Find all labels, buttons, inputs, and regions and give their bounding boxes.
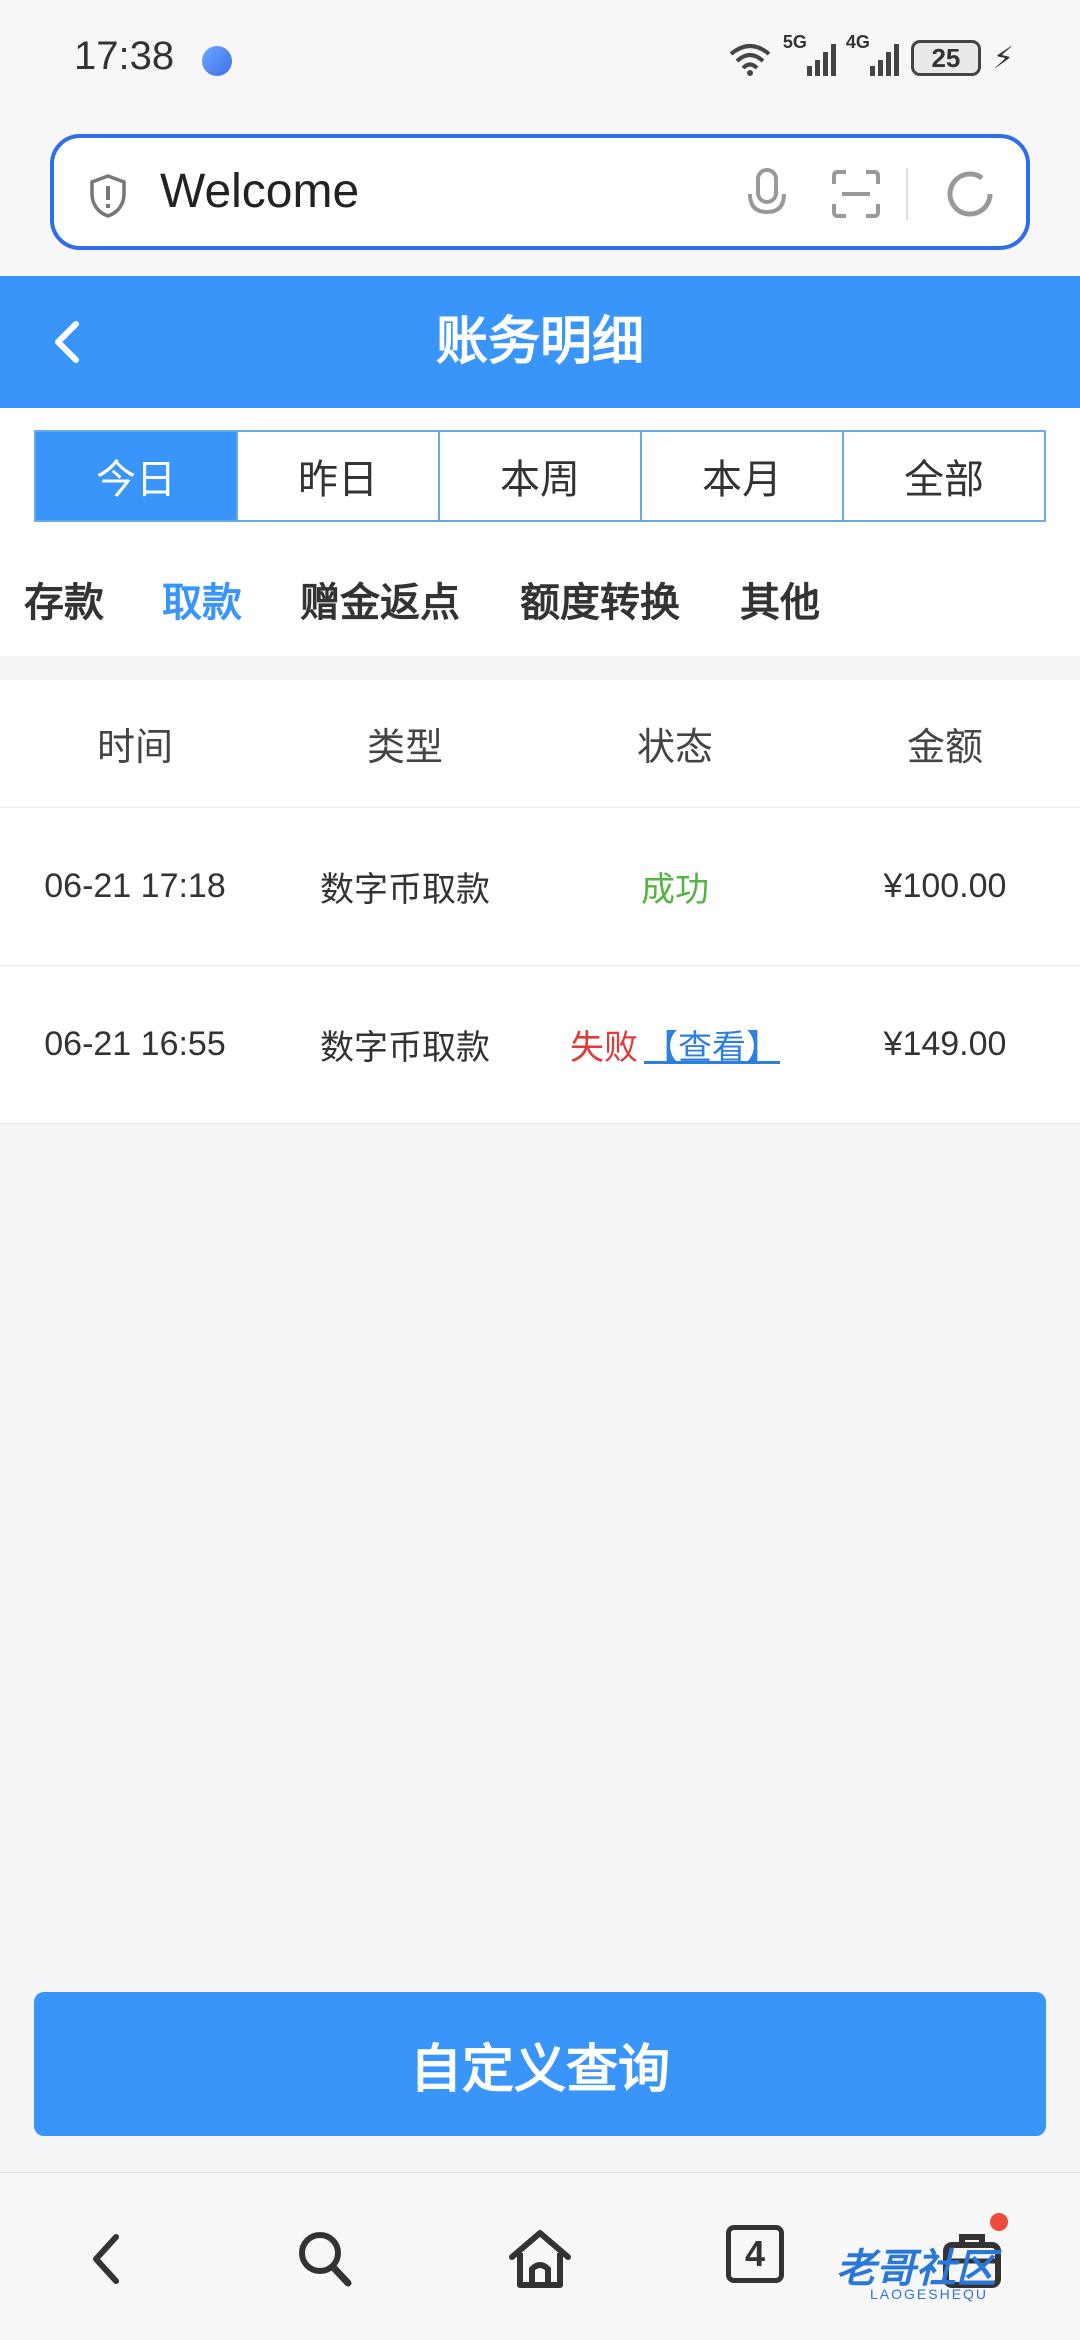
- tab-bonus-rebate[interactable]: 赠金返点: [300, 570, 460, 628]
- app-notification-icon: [202, 46, 232, 76]
- back-icon[interactable]: [40, 314, 96, 370]
- row-type: 数字币取款: [320, 870, 490, 910]
- status-time: 17:38: [74, 34, 175, 78]
- row-status: 成功: [540, 808, 810, 965]
- custom-query-button[interactable]: 自定义查询: [34, 1992, 1046, 2136]
- search-icon[interactable]: [288, 2223, 360, 2295]
- period-tabs: 今日 昨日 本周 本月 全部: [34, 430, 1046, 522]
- refresh-icon[interactable]: [942, 166, 998, 222]
- tab-yesterday[interactable]: 昨日: [238, 432, 440, 520]
- row-time: 06-21 17:18: [44, 867, 226, 905]
- status-bar: 17:38 5G 4G 25 ⚡: [0, 0, 1080, 120]
- table-header: 时间 类型 状态 金额: [0, 680, 1080, 808]
- tab-all[interactable]: 全部: [844, 432, 1044, 520]
- wifi-icon: [729, 44, 771, 76]
- row-status: 失败 【查看】: [540, 966, 810, 1123]
- transactions-table: 时间 类型 状态 金额 06-21 17:18 数字币取款 成功 ¥100.00…: [0, 680, 1080, 1124]
- tab-this-month[interactable]: 本月: [642, 432, 844, 520]
- notification-dot: [990, 2213, 1008, 2231]
- row-amount: ¥100.00: [883, 867, 1007, 905]
- status-badge: 成功: [641, 870, 709, 910]
- microphone-icon[interactable]: [742, 166, 792, 222]
- home-icon[interactable]: [504, 2223, 576, 2295]
- column-header-type: 类型: [366, 725, 443, 769]
- view-details-link[interactable]: 【查看】: [644, 1020, 780, 1069]
- status-badge: 失败: [570, 1028, 638, 1068]
- table-row: 06-21 16:55 数字币取款 失败 【查看】 ¥149.00: [0, 966, 1080, 1124]
- signal-5g-icon: 5G: [783, 32, 836, 76]
- tab-this-week[interactable]: 本周: [440, 432, 642, 520]
- divider: [906, 168, 908, 220]
- status-indicators: 5G 4G 25 ⚡: [727, 32, 1014, 80]
- row-amount: ¥149.00: [883, 1025, 1007, 1063]
- page-title: 账务明细: [435, 312, 644, 372]
- row-type: 数字币取款: [320, 1028, 490, 1068]
- tab-other[interactable]: 其他: [740, 570, 820, 628]
- table-row: 06-21 17:18 数字币取款 成功 ¥100.00: [0, 808, 1080, 966]
- period-filter: 今日 昨日 本周 本月 全部: [0, 408, 1080, 540]
- page-header: 账务明细: [0, 276, 1080, 408]
- browser-toolbar: Welcome: [0, 120, 1080, 276]
- battery-icon: 25: [910, 40, 981, 76]
- shield-icon[interactable]: [84, 172, 132, 220]
- type-filter: 存款 取款 赠金返点 额度转换 其他: [0, 540, 1080, 656]
- column-header-amount: 金额: [906, 725, 983, 769]
- row-time: 06-21 16:55: [44, 1025, 226, 1063]
- tab-deposit[interactable]: 存款: [24, 570, 104, 628]
- tabs-count-button[interactable]: 4: [726, 2225, 784, 2283]
- url-text[interactable]: Welcome: [160, 164, 359, 219]
- address-bar[interactable]: Welcome: [50, 134, 1030, 250]
- tab-credit-transfer[interactable]: 额度转换: [520, 570, 680, 628]
- back-nav-icon[interactable]: [72, 2223, 144, 2295]
- tab-today[interactable]: 今日: [36, 432, 238, 520]
- column-header-time: 时间: [96, 725, 173, 769]
- column-header-status: 状态: [636, 725, 713, 769]
- scan-icon[interactable]: [830, 168, 882, 220]
- charging-icon: ⚡: [992, 40, 1014, 76]
- tab-withdraw[interactable]: 取款: [162, 570, 242, 628]
- signal-4g-icon: 4G: [846, 32, 899, 76]
- watermark-subtext: LAOGESHEQU: [870, 2286, 989, 2302]
